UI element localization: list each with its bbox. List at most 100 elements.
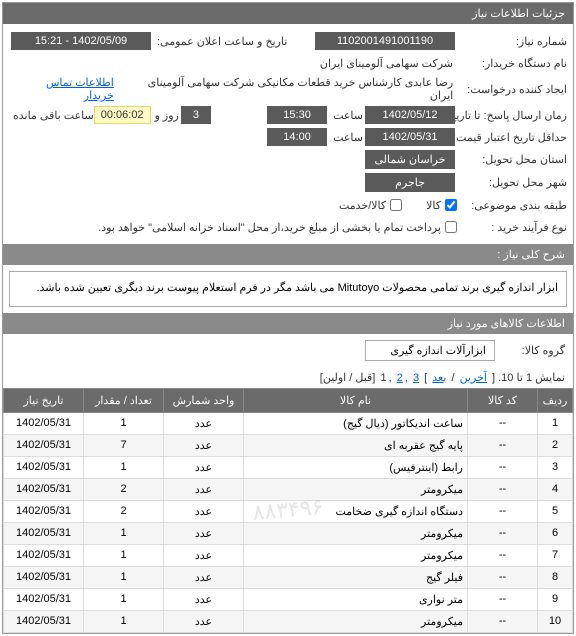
cell-code: --	[468, 456, 538, 478]
pager-3[interactable]: 3	[413, 372, 419, 384]
th-code: کد کالا	[468, 388, 538, 412]
cell-idx: 3	[538, 456, 573, 478]
cell-code: --	[468, 522, 538, 544]
value-req-no: 1102001491001190	[315, 32, 455, 50]
table-row[interactable]: 5--دستگاه اندازه گیری ضخامتعدد21402/05/3…	[4, 500, 573, 522]
table-header-row: ردیف کد کالا نام کالا واحد شمارش تعداد /…	[4, 388, 573, 412]
cell-code: --	[468, 566, 538, 588]
label-buyer: نام دستگاه خریدار:	[457, 57, 567, 70]
value-city: جاجرم	[365, 173, 455, 192]
cell-code: --	[468, 544, 538, 566]
value-pub-date: 1402/05/09 - 15:21	[11, 32, 151, 50]
cell-date: 1402/05/31	[4, 522, 84, 544]
cell-name: فیلر گیج	[244, 566, 468, 588]
cell-qty: 1	[84, 412, 164, 434]
th-idx: ردیف	[538, 388, 573, 412]
cell-idx: 1	[538, 412, 573, 434]
cell-unit: عدد	[164, 478, 244, 500]
cell-code: --	[468, 478, 538, 500]
cell-unit: عدد	[164, 522, 244, 544]
value-validity-date: 1402/05/31	[365, 128, 455, 146]
row-validity: حداقل تاریخ اعتبار قیمت: تا تاریخ: 1402/…	[9, 126, 567, 148]
cell-idx: 2	[538, 434, 573, 456]
cell-name: متر نواری	[244, 588, 468, 610]
table-wrapper: ردیف کد کالا نام کالا واحد شمارش تعداد /…	[3, 388, 573, 633]
table-row[interactable]: 7--میکرومترعدد11402/05/31	[4, 544, 573, 566]
value-deadline-date: 1402/05/12	[365, 106, 455, 124]
cell-unit: عدد	[164, 412, 244, 434]
cell-date: 1402/05/31	[4, 434, 84, 456]
cell-date: 1402/05/31	[4, 566, 84, 588]
label-purchase-type: نوع فرآیند خرید :	[457, 221, 567, 234]
info-form: شماره نیاز: 1102001491001190 تاریخ و ساع…	[3, 24, 573, 244]
cell-qty: 2	[84, 500, 164, 522]
cell-date: 1402/05/31	[4, 478, 84, 500]
value-province: خراسان شمالی	[365, 150, 455, 169]
label-creator: ایجاد کننده درخواست:	[457, 83, 567, 96]
pager: نمایش 1 تا 10. [ آخرین / بعد ] 3 ,2 ,1 […	[3, 367, 573, 388]
label-payment-note: پرداخت تمام یا بخشی از مبلغ خرید،از محل …	[94, 221, 441, 234]
description-box: ابزار اندازه گیری برند تمامی محصولات Mit…	[9, 271, 567, 307]
cell-code: --	[468, 434, 538, 456]
cell-unit: عدد	[164, 544, 244, 566]
table-row[interactable]: 10--میکرومترعدد11402/05/31	[4, 610, 573, 632]
cell-qty: 1	[84, 544, 164, 566]
cell-idx: 5	[538, 500, 573, 522]
table-row[interactable]: 9--متر نواریعدد11402/05/31	[4, 588, 573, 610]
cell-qty: 1	[84, 566, 164, 588]
items-header: اطلاعات کالاهای مورد نیاز	[3, 313, 573, 334]
cell-name: دستگاه اندازه گیری ضخامت	[244, 500, 468, 522]
label-service: کالا/خدمت	[335, 199, 386, 212]
checkbox-goods-group: کالا	[422, 199, 457, 212]
value-creator: رضا عابدی کارشناس خرید قطعات مکانیکی شرک…	[118, 76, 457, 102]
cell-name: رابط (اینترفیس)	[244, 456, 468, 478]
panel-title: جزئیات اطلاعات نیاز	[3, 3, 573, 24]
cell-idx: 7	[538, 544, 573, 566]
table-row[interactable]: 2--پایه گیج عقربه ایعدد71402/05/31	[4, 434, 573, 456]
cell-qty: 1	[84, 456, 164, 478]
cell-date: 1402/05/31	[4, 412, 84, 434]
row-category: طبقه بندی موضوعی: کالا کالا/خدمت	[9, 194, 567, 216]
cell-code: --	[468, 412, 538, 434]
cell-date: 1402/05/31	[4, 456, 84, 478]
checkbox-service[interactable]	[390, 199, 402, 211]
cell-unit: عدد	[164, 610, 244, 632]
cell-idx: 10	[538, 610, 573, 632]
cell-name: پایه گیج عقربه ای	[244, 434, 468, 456]
checkbox-goods[interactable]	[445, 199, 457, 211]
label-time1: ساعت	[329, 109, 363, 122]
cell-qty: 2	[84, 478, 164, 500]
items-table: ردیف کد کالا نام کالا واحد شمارش تعداد /…	[3, 388, 573, 633]
cell-name: ساعت اندیکاتور (دیال گیج)	[244, 412, 468, 434]
main-panel: جزئیات اطلاعات نیاز شماره نیاز: 11020014…	[2, 2, 574, 634]
pager-next[interactable]: بعد	[432, 372, 446, 384]
countdown-timer: 00:06:02	[94, 106, 151, 124]
label-req-no: شماره نیاز:	[457, 35, 567, 48]
pager-prefix: نمایش 1 تا 10. [	[489, 372, 565, 384]
table-row[interactable]: 3--رابط (اینترفیس)عدد11402/05/31	[4, 456, 573, 478]
cell-qty: 1	[84, 588, 164, 610]
table-row[interactable]: 6--میکرومترعدد11402/05/31	[4, 522, 573, 544]
pager-last[interactable]: آخرین	[460, 372, 487, 384]
pager-2[interactable]: 2	[397, 372, 403, 384]
checkbox-payment-group: پرداخت تمام یا بخشی از مبلغ خرید،از محل …	[94, 221, 457, 234]
label-time2: ساعت	[329, 131, 363, 144]
pager-1: 1	[380, 372, 386, 384]
th-unit: واحد شمارش	[164, 388, 244, 412]
label-deadline: زمان ارسال پاسخ: تا تاریخ:	[457, 109, 567, 122]
label-city: شهر محل تحویل:	[457, 176, 567, 189]
table-row[interactable]: 1--ساعت اندیکاتور (دیال گیج)عدد11402/05/…	[4, 412, 573, 434]
cell-date: 1402/05/31	[4, 500, 84, 522]
cell-date: 1402/05/31	[4, 544, 84, 566]
table-row[interactable]: 4--میکرومترعدد21402/05/31	[4, 478, 573, 500]
row-city: شهر محل تحویل: جاجرم	[9, 171, 567, 194]
cell-idx: 8	[538, 566, 573, 588]
label-day-and: روز و	[151, 109, 179, 122]
value-validity-time: 14:00	[267, 128, 327, 146]
contact-link[interactable]: اطلاعات تماس خریدار	[9, 76, 118, 102]
table-row[interactable]: 8--فیلر گیجعدد11402/05/31	[4, 566, 573, 588]
row-buyer: نام دستگاه خریدار: شرکت سهامی آلومینای ا…	[9, 52, 567, 74]
value-deadline-time: 15:30	[267, 106, 327, 124]
th-date: تاریخ نیاز	[4, 388, 84, 412]
checkbox-payment[interactable]	[445, 221, 457, 233]
